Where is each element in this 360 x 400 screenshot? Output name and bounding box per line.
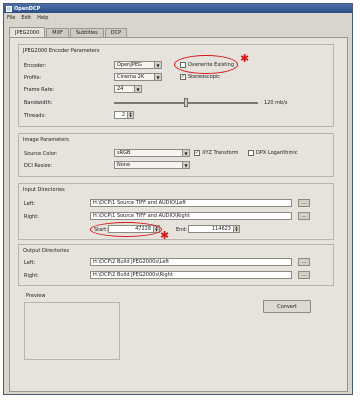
xyz-label: XYZ Transform [202, 150, 239, 156]
chevron-down-icon: ▼ [134, 86, 141, 92]
app-window: OpenDCP File Edit Help JPEG2000 MXF Subt… [3, 3, 353, 395]
dci-resize-label: DCI Resize: [24, 163, 53, 169]
spin-arrows-icon: ▲ ▼ [127, 112, 133, 118]
input-left-browse-button[interactable]: ... [298, 199, 310, 207]
end-value: 114623 [211, 226, 231, 232]
dci-resize-value: None [117, 162, 131, 168]
checkbox-box: ✓ [180, 73, 186, 80]
tab-subtitles[interactable]: Subtitles [69, 28, 104, 37]
menu-edit[interactable]: Edit [21, 15, 31, 21]
output-left-label: Left: [24, 260, 36, 266]
checkbox-box [248, 150, 254, 156]
threads-label: Threads: [24, 113, 46, 119]
app-icon [6, 5, 12, 12]
group-title: Output Directories [23, 248, 70, 254]
bandwidth-value: 120 mb/s [264, 100, 288, 106]
frame-rate-select[interactable]: 24 ▼ [114, 85, 142, 93]
preview-area [24, 302, 120, 360]
bandwidth-label: Bandwidth: [24, 100, 53, 106]
xyz-transform-checkbox[interactable]: ✓ XYZ Transform [194, 150, 238, 156]
window-title: OpenDCP [14, 5, 41, 12]
output-right-browse-button[interactable]: ... [298, 271, 310, 279]
annotation-circle [90, 222, 162, 237]
tab-mxf[interactable]: MXF [46, 28, 69, 37]
menu-file[interactable]: File [7, 15, 15, 21]
tab-bar: JPEG2000 MXF Subtitles DCP [9, 27, 128, 37]
encoder-parameters-group: JPEG2000 Encoder Parameters [18, 44, 334, 127]
group-title: JPEG2000 Encoder Parameters [23, 48, 100, 54]
output-left-field[interactable]: H:\DCP\2 Build JPEG2000s\Left [90, 258, 292, 266]
threads-spinner[interactable]: 2 ▲ ▼ [114, 111, 134, 119]
preview-label: Preview [26, 293, 46, 299]
bandwidth-slider-thumb[interactable] [184, 98, 188, 107]
end-label: End: [176, 227, 188, 233]
source-color-label: Source Color: [24, 151, 58, 157]
profile-select[interactable]: Cinema 2K ▼ [114, 73, 162, 81]
input-right-field[interactable]: H:\DCP\1 Source TIFF and AUDIO\Right [90, 212, 292, 220]
chevron-down-icon: ▼ [182, 150, 189, 156]
title-bar: OpenDCP [4, 4, 352, 13]
group-title: Image Parameters [23, 137, 69, 143]
output-left-browse-button[interactable]: ... [298, 258, 310, 266]
frame-rate-label: Frame Rate: [24, 87, 55, 93]
output-right-label: Right: [24, 273, 39, 279]
checkbox-box: ✓ [194, 149, 200, 156]
profile-label: Profile: [24, 75, 42, 81]
jpeg2000-panel: JPEG2000 Encoder Parameters Encoder: Ope… [9, 37, 348, 392]
dpx-label: DPX Logarithmic [256, 150, 298, 156]
encoder-select[interactable]: OpenJPEG ▼ [114, 61, 162, 69]
frame-rate-value: 24 [117, 86, 124, 92]
input-left-field[interactable]: H:\DCP\1 Source TIFF and AUDIO\Left [90, 199, 292, 207]
threads-value: 2 [121, 112, 125, 118]
group-title: Input Directories [23, 187, 65, 193]
source-color-value: sRGB [117, 150, 131, 156]
convert-button[interactable]: Convert [263, 300, 311, 313]
spin-arrows-icon: ▲ ▼ [233, 226, 239, 232]
profile-value: Cinema 2K [117, 74, 145, 80]
annotation-asterisk-icon: ✱ [240, 52, 250, 65]
dpx-logarithmic-checkbox[interactable]: DPX Logarithmic [248, 150, 297, 156]
encoder-value: OpenJPEG [117, 62, 142, 68]
stereoscopic-checkbox[interactable]: ✓ Stereoscopic [180, 74, 220, 80]
menu-bar: File Edit Help [4, 13, 352, 22]
tab-jpeg2000[interactable]: JPEG2000 [9, 27, 46, 37]
output-right-field[interactable]: H:\DCP\2 Build JPEG2000s\Right [90, 271, 292, 279]
tab-dcp[interactable]: DCP [104, 28, 128, 37]
chevron-down-icon: ▼ [154, 74, 161, 80]
source-color-select[interactable]: sRGB ▼ [114, 149, 190, 157]
annotation-asterisk-icon: ✱ [160, 229, 170, 242]
chevron-down-icon: ▼ [182, 162, 189, 168]
menu-help[interactable]: Help [37, 15, 48, 21]
input-left-label: Left: [24, 201, 36, 207]
encoder-label: Encoder: [24, 63, 47, 69]
dci-resize-select[interactable]: None ▼ [114, 161, 190, 169]
stereoscopic-label: Stereoscopic [188, 74, 221, 80]
end-frame-spinner[interactable]: 114623 ▲ ▼ [188, 225, 240, 233]
input-right-browse-button[interactable]: ... [298, 212, 310, 220]
annotation-circle [174, 55, 238, 74]
chevron-down-icon: ▼ [154, 62, 161, 68]
input-right-label: Right: [24, 214, 39, 220]
